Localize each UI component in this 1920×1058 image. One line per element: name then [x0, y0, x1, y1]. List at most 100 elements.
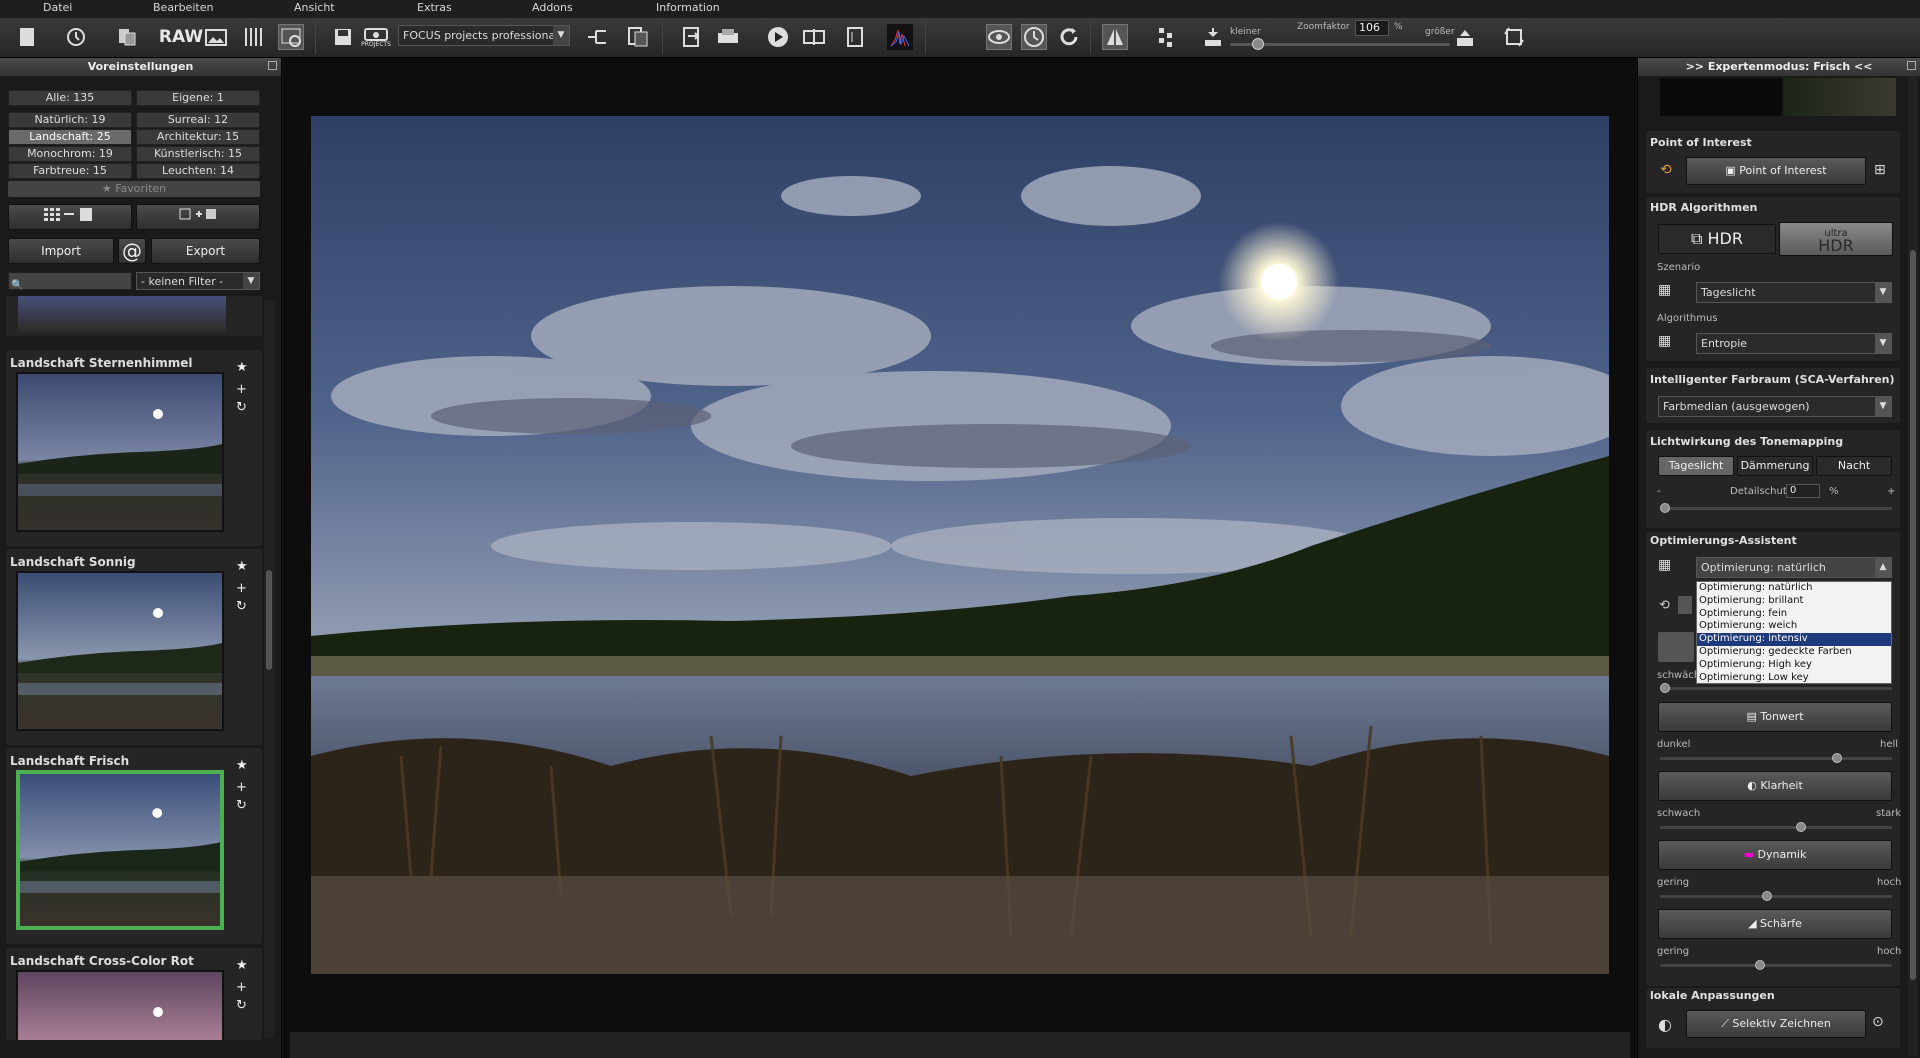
selective-settings-icon[interactable]: ⊙ [1872, 1014, 1884, 1030]
raw-button[interactable]: RAW [159, 24, 203, 50]
tools-icon[interactable] [240, 24, 266, 50]
menu-addons[interactable]: Addons [532, 1, 573, 14]
category-landschaft[interactable]: Landschaft: 25 [8, 129, 132, 145]
mask-icon[interactable]: ◐ [1658, 1015, 1672, 1034]
projects-button[interactable]: PROJECTS [361, 24, 391, 50]
zoom-input[interactable]: 106 [1355, 20, 1389, 36]
sync-icon[interactable]: ↻ [236, 998, 247, 1013]
dropdown-option[interactable]: Optimierung: brillant [1697, 595, 1891, 608]
export-button[interactable]: Export [151, 238, 260, 264]
klarheit-button[interactable]: ◐ Klarheit [1658, 771, 1892, 801]
checker-icon[interactable] [1153, 24, 1179, 50]
detailschutz-slider[interactable] [1660, 507, 1892, 510]
eye-preview-icon[interactable] [986, 24, 1012, 50]
tab-tageslicht[interactable]: Tageslicht [1658, 456, 1734, 476]
category-alle[interactable]: Alle: 135 [8, 90, 132, 106]
klarheit-handle[interactable] [1796, 822, 1806, 832]
algorithmus-select[interactable]: Entropie ▼ [1696, 333, 1892, 354]
pin-icon[interactable] [268, 61, 277, 70]
detailschutz-input[interactable]: 0 [1786, 484, 1820, 498]
menu-ansicht[interactable]: Ansicht [294, 1, 335, 14]
optimization-refresh-icon[interactable]: ⟲ [1659, 598, 1670, 613]
favorite-star-icon[interactable]: ★ [236, 758, 248, 773]
dropdown-option-selected[interactable]: Optimierung: intensiv [1697, 633, 1891, 646]
optimization-dropdown-list[interactable]: Optimierung: natürlich Optimierung: bril… [1696, 581, 1892, 684]
preset-partial[interactable] [6, 296, 262, 336]
optimization-strength-slider[interactable] [1660, 687, 1892, 690]
tab-daemmerung[interactable]: Dämmerung [1737, 456, 1813, 476]
new-file-icon[interactable] [14, 24, 40, 50]
preset-card[interactable]: Landschaft Sternenhimmel ★ + ↻ [6, 350, 262, 546]
favorites-button[interactable]: ★ Favoriten [8, 181, 260, 197]
category-kuenstlerisch[interactable]: Künstlerisch: 15 [136, 146, 260, 162]
category-eigene[interactable]: Eigene: 1 [136, 90, 260, 106]
preset-search-input[interactable]: 🔍 [8, 272, 132, 291]
optimization-apply-button[interactable] [1658, 632, 1694, 662]
tonwert-slider[interactable] [1660, 757, 1892, 760]
sync-icon[interactable]: ↻ [236, 400, 247, 415]
dropdown-option[interactable]: Optimierung: High key [1697, 659, 1891, 672]
category-leuchten[interactable]: Leuchten: 14 [136, 163, 260, 179]
preset-selector[interactable]: FOCUS projects professional ▼ [398, 25, 570, 46]
category-architektur[interactable]: Architektur: 15 [136, 129, 260, 145]
sca-select[interactable]: Farbmedian (ausgewogen) ▼ [1658, 396, 1892, 417]
detailschutz-handle[interactable] [1660, 503, 1670, 513]
sync-icon[interactable]: ↻ [236, 599, 247, 614]
export-icon[interactable] [679, 24, 705, 50]
add-icon[interactable]: + [236, 382, 247, 397]
add-preset-button[interactable] [136, 204, 260, 230]
hdr-mode-button[interactable]: ⧉ HDR [1658, 224, 1776, 254]
klarheit-slider[interactable] [1660, 826, 1892, 829]
tonwert-handle[interactable] [1832, 753, 1842, 763]
optimization-toggle[interactable] [1678, 596, 1692, 614]
expert-scrollbar-thumb[interactable] [1910, 250, 1916, 980]
category-surreal[interactable]: Surreal: 12 [136, 112, 260, 128]
save-icon[interactable] [330, 24, 356, 50]
dropdown-option[interactable]: Optimierung: weich [1697, 620, 1891, 633]
sync-icon[interactable]: ↻ [236, 798, 247, 813]
batch-icon[interactable] [625, 24, 651, 50]
rotate-crop-icon[interactable] [1501, 24, 1527, 50]
print-icon[interactable] [715, 24, 741, 50]
zoom-slider-handle[interactable] [1252, 38, 1264, 50]
import-button[interactable]: Import [8, 238, 114, 264]
dropdown-option[interactable]: Optimierung: natürlich [1697, 582, 1891, 595]
poi-button[interactable]: ▣ Point of Interest [1686, 157, 1866, 185]
preset-scrollbar-thumb[interactable] [266, 570, 272, 670]
add-icon[interactable]: + [236, 581, 247, 596]
category-monochrom[interactable]: Monochrom: 19 [8, 146, 132, 162]
dropdown-option[interactable]: Optimierung: fein [1697, 608, 1891, 621]
szenario-select[interactable]: Tageslicht ▼ [1696, 282, 1892, 303]
zoom-in-icon[interactable] [1452, 24, 1478, 50]
schaerfe-handle[interactable] [1755, 960, 1765, 970]
dynamik-handle[interactable] [1762, 891, 1772, 901]
optimization-strength-handle[interactable] [1660, 683, 1670, 693]
filter-select[interactable]: - keinen Filter - ▼ [136, 272, 260, 290]
refresh-icon[interactable] [1056, 24, 1082, 50]
split-view-icon[interactable] [1102, 24, 1128, 50]
main-photo[interactable] [311, 116, 1609, 974]
selective-draw-button[interactable]: ⟋ Selektiv Zeichnen [1686, 1010, 1866, 1038]
ultra-hdr-button[interactable]: ultra HDR [1779, 222, 1893, 256]
history-icon[interactable] [63, 24, 89, 50]
dynamik-button[interactable]: ▬ Dynamik [1658, 840, 1892, 870]
menu-bearbeiten[interactable]: Bearbeiten [153, 1, 213, 14]
favorite-star-icon[interactable]: ★ [236, 958, 248, 973]
tonwert-button[interactable]: ▤ Tonwert [1658, 702, 1892, 732]
favorite-star-icon[interactable]: ★ [236, 559, 248, 574]
open-images-icon[interactable] [114, 24, 140, 50]
menu-datei[interactable]: Datei [43, 1, 72, 14]
workflow-icon[interactable] [585, 24, 611, 50]
dynamik-slider[interactable] [1660, 895, 1892, 898]
email-at-button[interactable]: @ [118, 238, 146, 264]
add-icon[interactable]: + [236, 980, 247, 995]
tab-nacht[interactable]: Nacht [1816, 456, 1892, 476]
poi-refresh-icon[interactable]: ⟲ [1660, 162, 1672, 178]
schaerfe-slider[interactable] [1660, 964, 1892, 967]
preset-card[interactable]: Landschaft Cross-Color Rot ★ + ↻ [6, 948, 262, 1040]
crop-icon[interactable] [842, 24, 868, 50]
pin-icon[interactable] [1907, 61, 1916, 70]
menu-information[interactable]: Information [656, 1, 720, 14]
optimization-select[interactable]: Optimierung: natürlich ▲ [1696, 557, 1892, 578]
settings-gear-icon[interactable] [278, 24, 304, 50]
